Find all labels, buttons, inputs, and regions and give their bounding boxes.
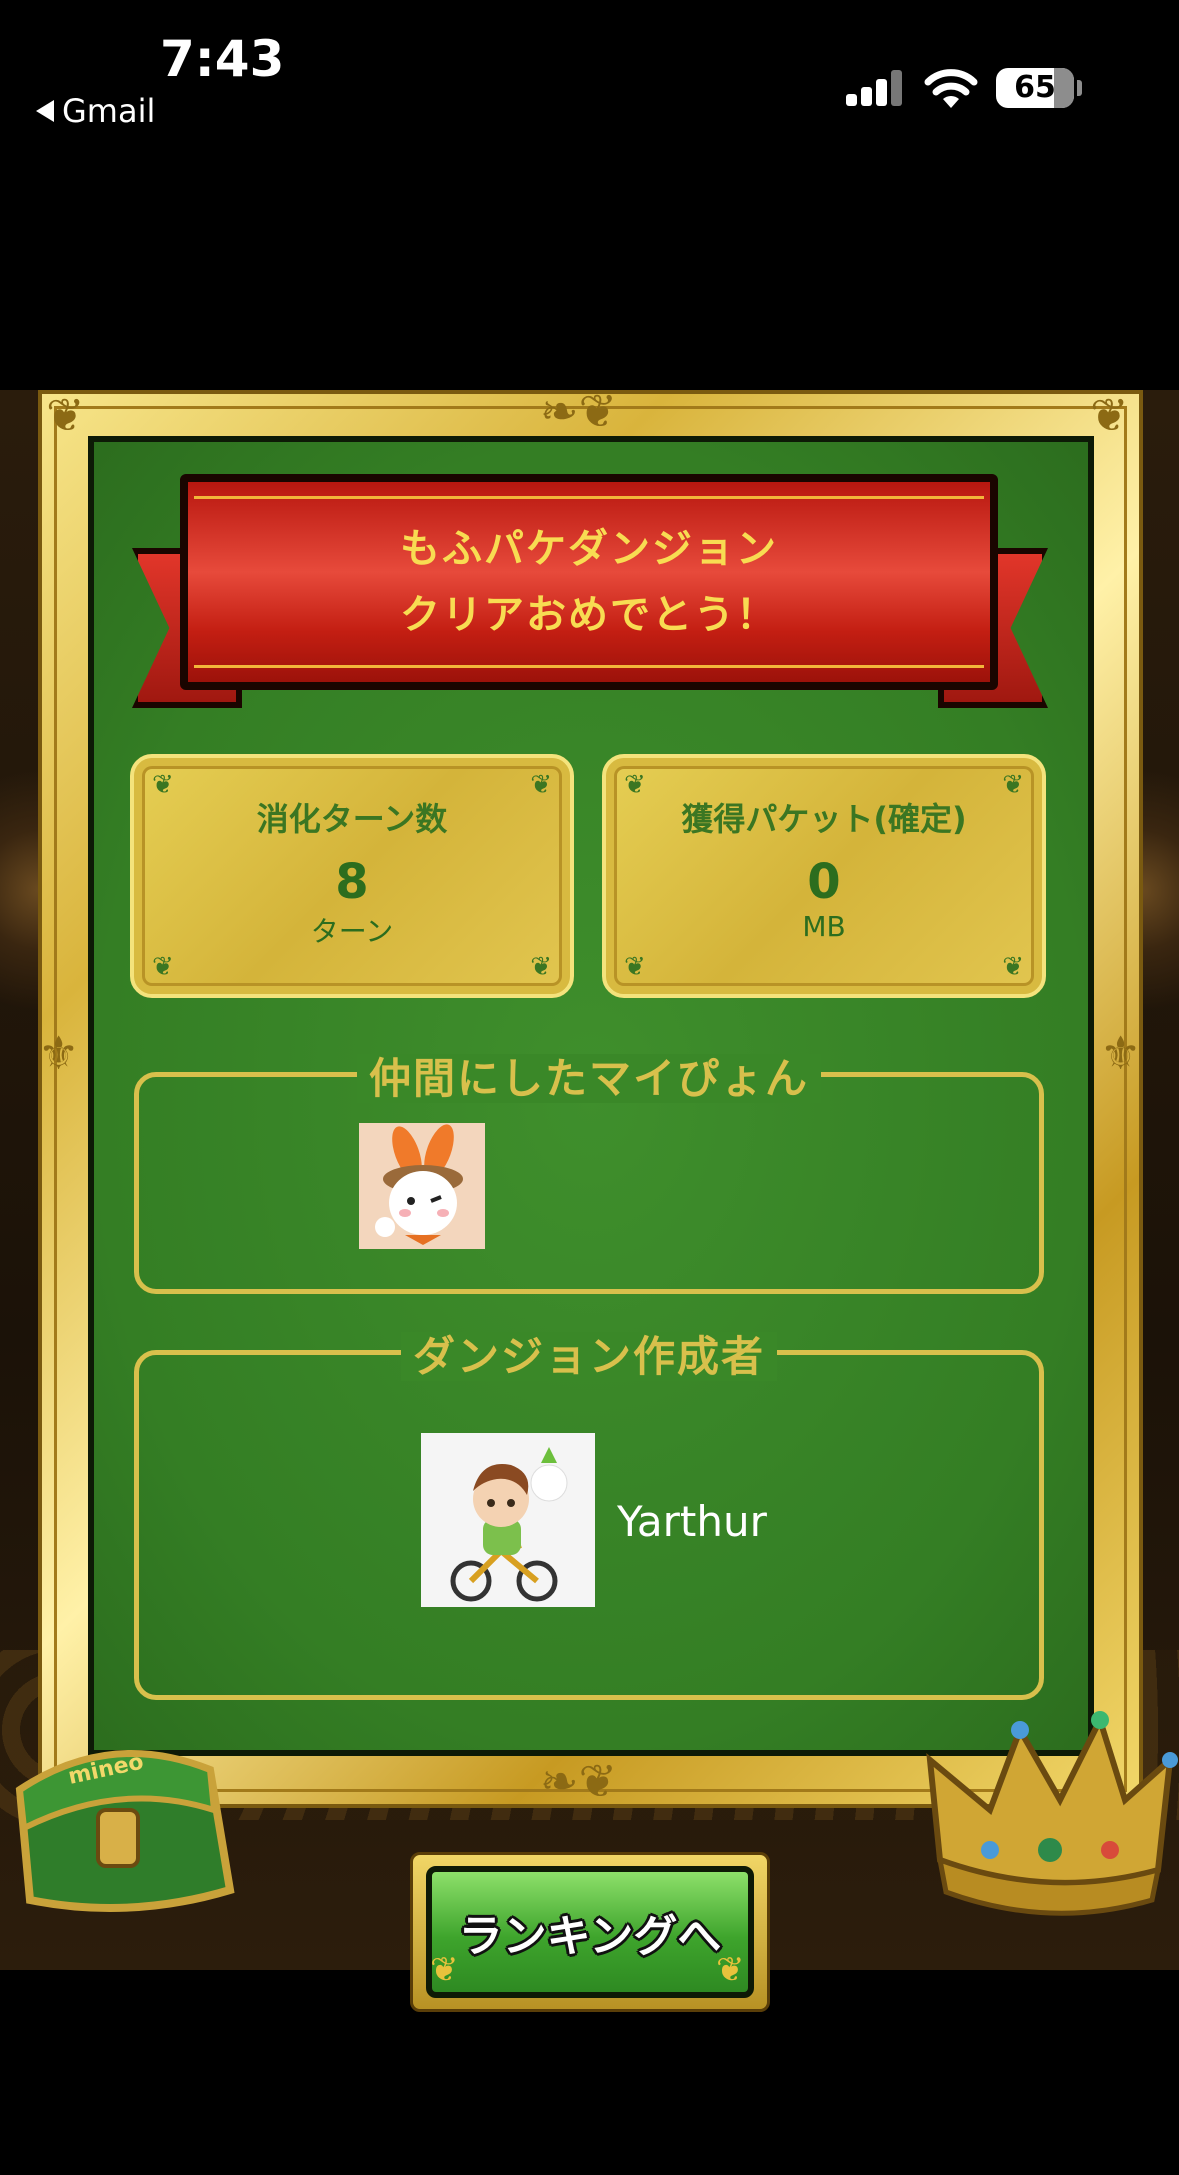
party-section: 仲間にしたマイぴょん bbox=[134, 1054, 1044, 1294]
creator-section-title: ダンジョン作成者 bbox=[400, 1332, 777, 1381]
back-arrow-icon bbox=[36, 100, 54, 122]
frame-bottom-ornament: ❧❦ bbox=[540, 1754, 618, 1808]
wifi-icon bbox=[924, 69, 978, 108]
party-section-title: 仲間にしたマイぴょん bbox=[356, 1054, 821, 1103]
corner-ornament: ❦ bbox=[1002, 770, 1024, 800]
corner-ornament: ❦ bbox=[152, 770, 174, 800]
turns-value: 8 bbox=[335, 854, 369, 910]
packets-label: 獲得パケット(確定) bbox=[681, 800, 967, 838]
frame-top-ornament: ❧❦ bbox=[540, 384, 618, 438]
creator-avatar[interactable] bbox=[421, 1433, 595, 1607]
back-to-gmail-link[interactable]: Gmail bbox=[36, 92, 155, 130]
treasure-chest-icon: mineo bbox=[15, 1750, 235, 1912]
turns-stat-box: ❦ ❦ ❦ ❦ 消化ターン数 8 ターン bbox=[130, 754, 574, 998]
frame-corner-ornament: ❦ bbox=[1090, 388, 1129, 442]
creator-section: ダンジョン作成者 Yarthur bbox=[134, 1332, 1044, 1700]
corner-ornament: ❦ bbox=[152, 952, 174, 982]
ranking-button[interactable]: ランキングへ bbox=[426, 1866, 754, 1998]
battery-nub bbox=[1077, 80, 1082, 96]
cellular-signal-icon bbox=[846, 70, 904, 106]
turns-label: 消化ターン数 bbox=[256, 800, 448, 838]
mypyon-avatar[interactable] bbox=[359, 1123, 485, 1249]
corner-ornament: ❦ bbox=[1002, 952, 1024, 982]
rabbit-character-icon bbox=[359, 1123, 485, 1249]
packets-unit: MB bbox=[802, 910, 846, 943]
frame-side-ornament: ⚜ bbox=[38, 1026, 80, 1080]
creator-name: Yarthur bbox=[617, 1497, 767, 1546]
button-ornament: ❦ bbox=[430, 1950, 459, 1990]
ranking-button-label: ランキングへ bbox=[458, 1911, 722, 1962]
corner-ornament: ❦ bbox=[530, 952, 552, 982]
button-ornament: ❦ bbox=[716, 1950, 745, 1990]
banner-title: もふパケダンジョン bbox=[400, 526, 778, 572]
turns-unit: ターン bbox=[310, 915, 394, 948]
cyclist-character-icon bbox=[421, 1433, 595, 1607]
battery-indicator: 65 bbox=[996, 68, 1074, 108]
corner-ornament: ❦ bbox=[624, 952, 646, 982]
battery-level: 65 bbox=[1014, 70, 1056, 105]
banner-subtitle: クリアおめでとう！ bbox=[400, 592, 778, 638]
packets-stat-box: ❦ ❦ ❦ ❦ 獲得パケット(確定) 0 MB bbox=[602, 754, 1046, 998]
back-app-label: Gmail bbox=[62, 92, 156, 130]
clear-banner: もふパケダンジョン クリアおめでとう！ bbox=[180, 474, 998, 690]
corner-ornament: ❦ bbox=[530, 770, 552, 800]
packets-value: 0 bbox=[807, 854, 841, 910]
crown-icon bbox=[926, 1711, 1178, 1916]
corner-ornament: ❦ bbox=[624, 770, 646, 800]
frame-corner-ornament: ❦ bbox=[46, 388, 85, 442]
status-time: 7:43 bbox=[160, 30, 285, 88]
frame-side-ornament: ⚜ bbox=[1100, 1026, 1142, 1080]
